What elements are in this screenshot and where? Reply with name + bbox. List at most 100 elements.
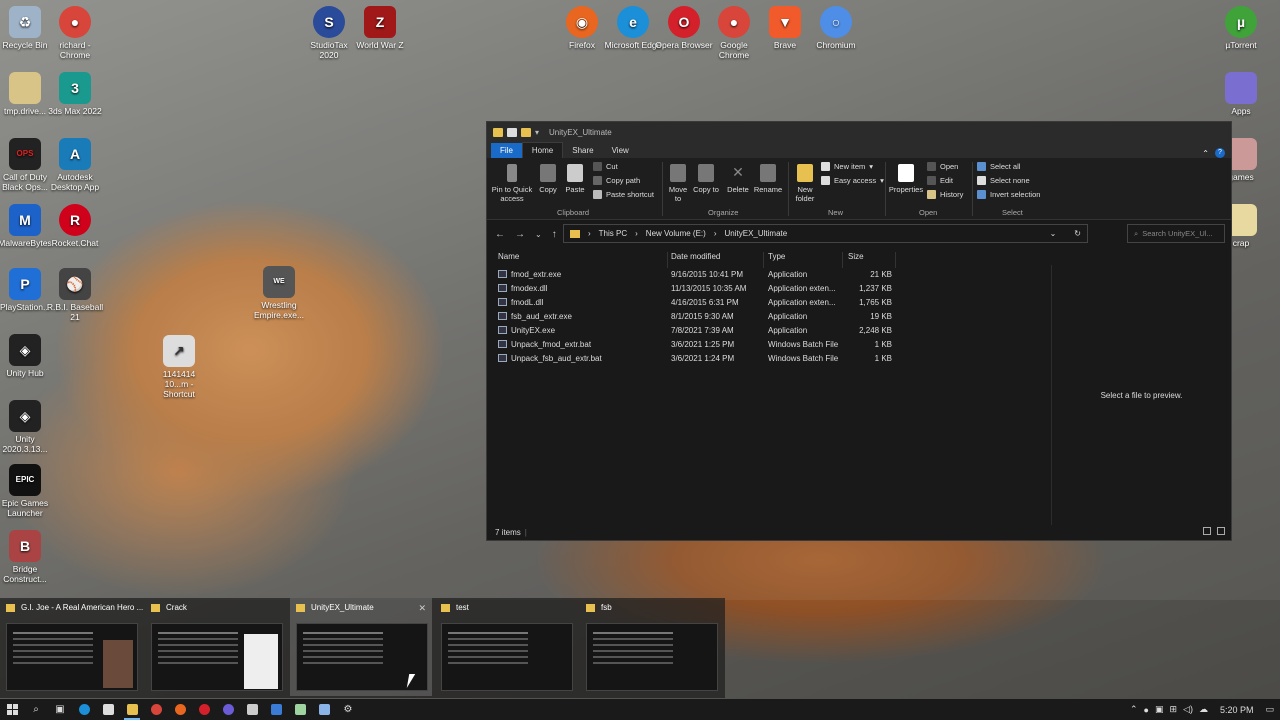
list-item[interactable]: fmodL.dll 4/16/2015 6:31 PM Application ex… — [487, 296, 1047, 310]
chevron-up-icon[interactable]: ⌃ — [1130, 704, 1138, 715]
tab-share[interactable]: Share — [563, 143, 602, 158]
list-item[interactable]: UnityEX.exe 7/8/2021 7:39 AM Application 2,… — [487, 324, 1047, 338]
details-view-icon[interactable] — [1203, 527, 1211, 535]
title-bar[interactable]: ▾ UnityEX_Ultimate — [487, 122, 1231, 142]
desktop-icon-shortcut[interactable]: ↗ 1141414 10...m - Shortcut — [150, 335, 208, 399]
desktop-icon-studiotax[interactable]: S StudioTax 2020 — [300, 6, 358, 60]
clock[interactable]: 5:20 PM — [1220, 705, 1254, 715]
column-divider[interactable] — [763, 252, 764, 268]
select-all-button[interactable]: Select all — [977, 162, 1020, 171]
desktop-icon-rbi-baseball[interactable]: ⚾ R.B.I. Baseball 21 — [46, 268, 104, 322]
taskbar-opera[interactable] — [192, 699, 216, 720]
microphone-icon[interactable]: ● — [1144, 705, 1149, 715]
task-view-button[interactable]: ▣ — [48, 699, 72, 720]
taskbar-app-3[interactable] — [312, 699, 336, 720]
file-explorer-window[interactable]: ▾ UnityEX_Ultimate File Home Share View … — [486, 121, 1232, 541]
forward-arrow-icon[interactable]: → — [515, 229, 525, 240]
back-arrow-icon[interactable]: ← — [495, 229, 505, 240]
refresh-icon[interactable]: ↻ — [1074, 229, 1081, 238]
taskbar-firefox[interactable] — [168, 699, 192, 720]
move-to-button[interactable]: Move to — [665, 164, 691, 203]
paste-button[interactable]: Paste — [563, 164, 587, 194]
column-date-modified[interactable]: Date modified — [671, 252, 720, 261]
list-item[interactable]: Unpack_fmod_extr.bat 3/6/2021 1:25 PM Wind… — [487, 338, 1047, 352]
notification-icon[interactable]: ▭ — [1265, 704, 1274, 715]
desktop-icon-utorrent[interactable]: µ µTorrent — [1212, 6, 1270, 50]
desktop-icon-firefox[interactable]: ◉ Firefox — [553, 6, 611, 50]
edit-button[interactable]: Edit — [927, 176, 953, 185]
taskbar-file-explorer[interactable] — [120, 699, 144, 720]
taskbar-document[interactable] — [240, 699, 264, 720]
column-size[interactable]: Size — [848, 252, 864, 261]
taskbar-notepad[interactable] — [288, 699, 312, 720]
select-none-button[interactable]: Select none — [977, 176, 1030, 185]
thumbnail-window[interactable]: Crack — [145, 598, 287, 696]
taskbar-chrome[interactable] — [144, 699, 168, 720]
desktop-icon-unity[interactable]: ◈ Unity 2020.3.13... — [0, 400, 54, 454]
list-item[interactable]: fmod_extr.exe 9/16/2015 10:41 PM Applicati… — [487, 268, 1047, 282]
column-divider[interactable] — [842, 252, 843, 268]
search-button[interactable]: ⌕ — [24, 699, 48, 720]
desktop-icon-edge[interactable]: e Microsoft Edge — [604, 6, 662, 50]
volume-icon[interactable]: ◁) — [1183, 704, 1193, 715]
desktop-icon-chromium[interactable]: ○ Chromium — [807, 6, 865, 50]
tab-home[interactable]: Home — [521, 142, 564, 158]
network-icon[interactable]: ⊞ — [1169, 704, 1177, 715]
onedrive-icon[interactable]: ☁ — [1199, 704, 1208, 715]
breadcrumb[interactable]: › This PC › New Volume (E:) › UnityEX_Ul… — [563, 224, 1088, 243]
taskbar-settings[interactable]: ⚙ — [336, 699, 360, 720]
tab-file[interactable]: File — [491, 143, 522, 158]
breadcrumb-item-this-pc[interactable]: This PC — [599, 229, 627, 238]
desktop-icon-apps[interactable]: Apps — [1212, 72, 1270, 116]
copy-button[interactable]: Copy — [537, 164, 559, 194]
up-arrow-icon[interactable]: ↑ — [552, 229, 557, 240]
taskbar-app-2[interactable] — [264, 699, 288, 720]
close-icon[interactable]: ✕ — [418, 603, 426, 614]
desktop-icon-rocketchat[interactable]: R Rocket.Chat — [46, 204, 104, 248]
copy-to-button[interactable]: Copy to — [693, 164, 719, 194]
new-item-button[interactable]: New item ▾ — [821, 162, 873, 171]
recent-locations-chevron-icon[interactable]: ⌄ — [535, 230, 542, 239]
desktop-icon-epic[interactable]: EPIC Epic Games Launcher — [0, 464, 54, 518]
desktop-icon-google-chrome[interactable]: ● Google Chrome — [705, 6, 763, 60]
taskbar-store[interactable] — [96, 699, 120, 720]
column-name[interactable]: Name — [498, 252, 519, 261]
large-icons-view-icon[interactable] — [1217, 527, 1225, 535]
history-button[interactable]: History — [927, 190, 963, 199]
delete-button[interactable]: ✕ Delete — [725, 164, 751, 194]
open-button[interactable]: Open — [927, 162, 958, 171]
rename-button[interactable]: Rename — [753, 164, 783, 194]
pin-quick-access-button[interactable]: Pin to Quick access — [491, 164, 533, 203]
desktop-icon-unity-hub[interactable]: ◈ Unity Hub — [0, 334, 54, 378]
tab-view[interactable]: View — [603, 143, 638, 158]
desktop-icon-wrestling[interactable]: WE Wrestling Empire.exe... — [250, 266, 308, 320]
start-button[interactable] — [0, 699, 24, 720]
new-folder-quick-icon[interactable] — [521, 127, 531, 137]
properties-button[interactable]: Properties — [887, 164, 925, 194]
chevron-down-icon[interactable]: ⌄ — [1050, 229, 1057, 238]
app-tray-icon[interactable]: ▣ — [1155, 704, 1164, 715]
cut-button[interactable]: Cut — [593, 162, 618, 171]
desktop-icon-worldwarz[interactable]: Z World War Z — [351, 6, 409, 50]
list-item[interactable]: fsb_aud_extr.exe 8/1/2015 9:30 AM Applicat… — [487, 310, 1047, 324]
desktop-icon-brave[interactable]: ▼ Brave — [756, 6, 814, 50]
paste-shortcut-button[interactable]: Paste shortcut — [593, 190, 654, 199]
easy-access-button[interactable]: Easy access ▾ — [821, 176, 884, 185]
list-item[interactable]: fmodex.dll 11/13/2015 10:35 AM Application… — [487, 282, 1047, 296]
taskbar-edge[interactable] — [72, 699, 96, 720]
column-divider[interactable] — [667, 252, 668, 268]
expand-ribbon-icon[interactable]: ⌃ — [1202, 149, 1209, 158]
breadcrumb-item-new-volume[interactable]: New Volume (E:) — [646, 229, 706, 238]
copy-path-button[interactable]: Copy path — [593, 176, 640, 185]
column-divider[interactable] — [895, 252, 896, 268]
desktop-icon-3dsmax[interactable]: 3 3ds Max 2022 — [46, 72, 104, 116]
taskbar-app[interactable] — [216, 699, 240, 720]
breadcrumb-item-current[interactable]: UnityEX_Ultimate — [725, 229, 788, 238]
thumbnail-window[interactable]: fsb — [580, 598, 722, 696]
column-type[interactable]: Type — [768, 252, 785, 261]
search-input[interactable]: ⌕ Search UnityEX_Ul... — [1127, 224, 1225, 243]
invert-selection-button[interactable]: Invert selection — [977, 190, 1040, 199]
chevron-down-icon[interactable]: ▾ — [535, 128, 539, 137]
desktop-icon-richard-chrome[interactable]: ● richard - Chrome — [46, 6, 104, 60]
desktop-icon-autodesk[interactable]: A Autodesk Desktop App — [46, 138, 104, 192]
